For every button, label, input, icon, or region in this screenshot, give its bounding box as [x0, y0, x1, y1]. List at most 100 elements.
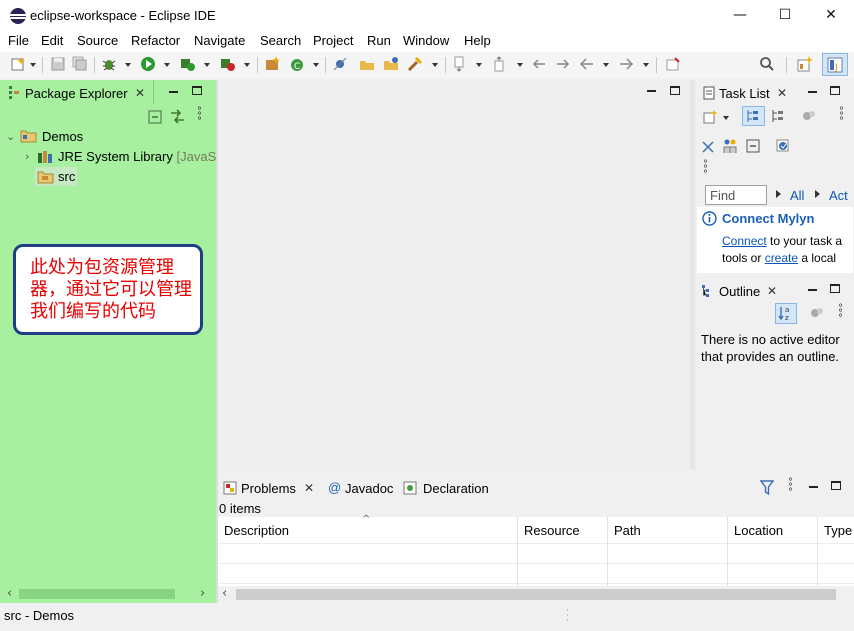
collapse-all-icon[interactable] — [148, 110, 162, 124]
scroll-thumb[interactable] — [236, 589, 836, 600]
declaration-tab[interactable]: Declaration — [423, 481, 489, 496]
tree-item-jre-library[interactable]: JRE System Library [JavaSE — [58, 149, 225, 164]
new-dropdown-icon[interactable] — [30, 63, 36, 67]
new-task-dropdown-icon[interactable] — [723, 116, 729, 120]
scroll-right-icon[interactable]: › — [200, 586, 205, 601]
column-divider[interactable] — [817, 517, 818, 589]
tree-item-project[interactable]: Demos — [42, 129, 83, 144]
column-resource[interactable]: Resource — [524, 523, 580, 549]
hide-fields-icon[interactable] — [809, 306, 825, 320]
scroll-thumb[interactable] — [19, 589, 175, 599]
menu-project[interactable]: Project — [313, 33, 353, 48]
panel-sash[interactable] — [690, 80, 695, 470]
task-list-menu-icon[interactable]: ° ° ° — [839, 107, 844, 127]
focus-workweek-icon[interactable] — [722, 138, 738, 154]
menu-refactor[interactable]: Refactor — [131, 33, 180, 48]
debug-dropdown-icon[interactable] — [125, 63, 131, 67]
new-java-class-icon[interactable]: C — [289, 56, 305, 72]
menu-navigate[interactable]: Navigate — [194, 33, 245, 48]
hide-completed-icon[interactable] — [701, 140, 715, 154]
last-edit-location-forward-icon[interactable] — [555, 56, 571, 72]
back-icon[interactable] — [579, 56, 595, 72]
link-task-icon[interactable] — [775, 138, 791, 154]
save-icon[interactable] — [50, 56, 66, 72]
open-type-icon[interactable] — [359, 56, 375, 72]
search-icon[interactable] — [759, 56, 775, 72]
maximize-view-icon[interactable] — [192, 86, 202, 95]
problems-menu-icon[interactable]: ° ° ° — [788, 478, 793, 498]
search-tools-icon[interactable] — [407, 56, 423, 72]
close-package-explorer-icon[interactable]: ✕ — [135, 86, 145, 100]
column-location[interactable]: Location — [734, 523, 783, 549]
external-tools-dropdown-icon[interactable] — [244, 63, 250, 67]
close-outline-icon[interactable]: ✕ — [767, 284, 777, 298]
close-button[interactable]: ✕ — [808, 0, 854, 30]
pin-editor-icon[interactable] — [665, 56, 681, 72]
problems-horizontal-scrollbar[interactable]: ‹ — [218, 586, 854, 603]
column-divider[interactable] — [607, 517, 608, 589]
menu-file[interactable]: File — [8, 33, 29, 48]
maximize-problems-icon[interactable] — [831, 481, 841, 490]
link-with-editor-icon[interactable] — [170, 109, 185, 124]
minimize-editor-icon[interactable] — [647, 90, 656, 92]
task-list-more-icon[interactable]: ° ° ° — [703, 160, 708, 180]
column-description[interactable]: Description — [224, 523, 289, 549]
outline-tab[interactable]: Outline — [719, 284, 760, 299]
maximize-button[interactable]: ☐ — [762, 0, 808, 30]
forward-dropdown-icon[interactable] — [643, 63, 649, 67]
open-perspective-icon[interactable] — [797, 56, 813, 72]
maximize-editor-icon[interactable] — [670, 86, 680, 95]
task-find-input[interactable]: Find — [705, 185, 767, 205]
view-menu-icon[interactable]: ° ° ° — [197, 107, 202, 127]
horizontal-scrollbar[interactable]: ‹ › — [0, 585, 216, 603]
last-edit-location-icon[interactable] — [531, 56, 547, 72]
external-tools-icon[interactable] — [220, 56, 236, 72]
problems-tab[interactable]: Problems — [241, 481, 296, 496]
new-icon[interactable] — [10, 56, 26, 72]
connect-link[interactable]: Connect — [722, 234, 767, 248]
task-list-tab[interactable]: Task List — [719, 86, 770, 101]
close-problems-icon[interactable]: ✕ — [304, 481, 314, 495]
filter-icon[interactable] — [760, 480, 774, 496]
previous-annotation-dropdown-icon[interactable] — [517, 63, 523, 67]
menu-run[interactable]: Run — [367, 33, 391, 48]
column-divider[interactable] — [517, 517, 518, 589]
scroll-left-icon[interactable]: ‹ — [7, 586, 12, 601]
new-java-package-icon[interactable] — [264, 56, 280, 72]
back-dropdown-icon[interactable] — [603, 63, 609, 67]
sort-toggle[interactable]: az — [775, 303, 797, 324]
search-tools-dropdown-icon[interactable] — [432, 63, 438, 67]
activate-task-link[interactable]: Act — [829, 188, 848, 203]
menu-help[interactable]: Help — [464, 33, 491, 48]
collapse-tasks-icon[interactable] — [746, 139, 760, 153]
toggle-breakpoint-icon[interactable] — [332, 56, 348, 72]
debug-icon[interactable] — [101, 56, 117, 72]
menu-search[interactable]: Search — [260, 33, 301, 48]
tree-item-src[interactable]: src — [58, 169, 75, 184]
menu-source[interactable]: Source — [77, 33, 118, 48]
column-divider[interactable] — [727, 517, 728, 589]
scroll-left-icon[interactable]: ‹ — [222, 586, 227, 601]
column-path[interactable]: Path — [614, 523, 641, 549]
minimize-problems-icon[interactable] — [809, 486, 818, 488]
run-icon[interactable] — [140, 56, 156, 72]
coverage-icon[interactable] — [180, 56, 196, 72]
new-task-icon[interactable] — [703, 110, 717, 124]
next-annotation-dropdown-icon[interactable] — [476, 63, 482, 67]
chevron-down-icon[interactable]: ⌄ — [6, 130, 15, 143]
categorized-toggle[interactable] — [742, 106, 765, 126]
chevron-right-icon[interactable]: › — [25, 150, 29, 163]
package-explorer-tab[interactable]: Package Explorer — [25, 86, 128, 101]
scheduled-icon[interactable] — [771, 109, 785, 123]
javadoc-tab[interactable]: Javadoc — [345, 481, 393, 496]
minimize-view-icon[interactable] — [169, 91, 178, 93]
minimize-button[interactable]: — — [717, 0, 763, 30]
run-dropdown-icon[interactable] — [164, 63, 170, 67]
maximize-outline-icon[interactable] — [830, 284, 840, 293]
previous-annotation-icon[interactable] — [492, 56, 508, 72]
minimize-task-list-icon[interactable] — [808, 91, 817, 93]
save-all-icon[interactable] — [72, 56, 88, 72]
column-type[interactable]: Type — [824, 523, 852, 549]
forward-icon[interactable] — [618, 56, 634, 72]
outline-menu-icon[interactable]: ° ° ° — [838, 304, 843, 324]
